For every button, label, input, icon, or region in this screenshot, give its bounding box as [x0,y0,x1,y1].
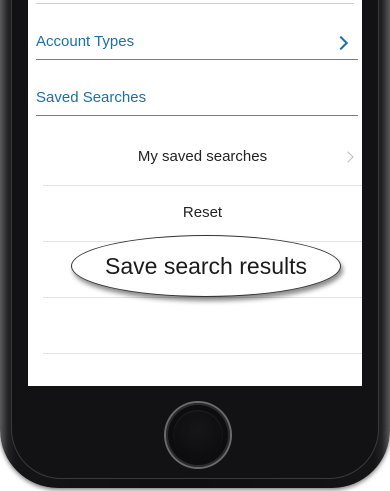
saved-searches-underline [36,115,358,116]
callout-text: Save search results [105,252,307,279]
empty-list-item [43,297,362,354]
account-types-underline [36,59,358,60]
account-types-label: Account Types [36,33,135,50]
top-divider [36,3,354,4]
home-button[interactable] [166,403,230,467]
my-saved-searches-item[interactable]: My saved searches [43,129,362,186]
saved-searches-header: Saved Searches [36,86,358,116]
my-saved-searches-label: My saved searches [137,148,268,165]
account-types-row[interactable]: Account Types [36,30,358,60]
save-search-results-callout: Save search results [71,235,341,297]
saved-searches-label: Saved Searches [36,89,147,106]
phone-screen: Account Types Saved Searches My saved se… [28,0,362,386]
reset-item[interactable]: Reset [43,185,362,242]
reset-label: Reset [182,204,223,221]
chevron-right-icon [333,35,349,51]
